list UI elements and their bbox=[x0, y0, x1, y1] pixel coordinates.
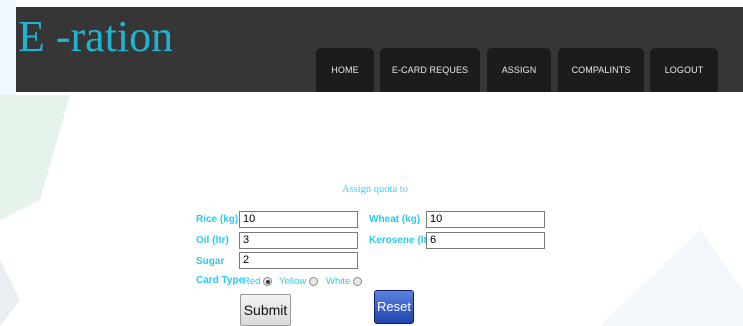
nav-logout[interactable]: LOGOUT bbox=[650, 48, 718, 92]
background-shape-right bbox=[600, 230, 743, 326]
site-logo[interactable]: E -ration bbox=[18, 12, 173, 62]
sugar-label: Sugar bbox=[196, 256, 225, 267]
card-type-label: Card Type bbox=[196, 275, 245, 286]
rice-label: Rice (kg) bbox=[196, 214, 239, 225]
card-type-yellow-radio[interactable] bbox=[309, 277, 318, 286]
card-type-red-label: Red bbox=[243, 276, 261, 287]
wheat-label: Wheat (kg) bbox=[369, 214, 421, 225]
background-shape-left bbox=[0, 260, 20, 326]
card-type-white-label: White bbox=[326, 276, 351, 287]
background-shape-light bbox=[0, 0, 16, 95]
card-type-white-radio[interactable] bbox=[353, 277, 362, 286]
nav-ecard-requests[interactable]: E-CARD REQUES bbox=[380, 48, 480, 92]
nav-assign[interactable]: ASSIGN bbox=[487, 48, 551, 92]
card-type-red-radio[interactable] bbox=[263, 277, 272, 286]
sugar-input[interactable]: 2 bbox=[239, 252, 358, 269]
rice-input[interactable]: 10 bbox=[239, 211, 358, 228]
reset-button[interactable]: Reset bbox=[374, 290, 414, 324]
form-title: Assign quota to bbox=[342, 184, 408, 195]
nav-complaints[interactable]: COMPALINTS bbox=[558, 48, 644, 92]
oil-label: Oil (ltr) bbox=[196, 235, 229, 246]
kerosene-label: Kerosene (ltr) bbox=[369, 235, 435, 246]
kerosene-input[interactable]: 6 bbox=[426, 232, 545, 249]
submit-button[interactable]: Submit bbox=[240, 294, 291, 326]
background-shape-green bbox=[0, 95, 70, 220]
nav-home[interactable]: HOME bbox=[316, 48, 374, 92]
oil-input[interactable]: 3 bbox=[239, 232, 358, 249]
card-type-yellow-label: Yellow bbox=[279, 276, 307, 287]
wheat-input[interactable]: 10 bbox=[426, 211, 545, 228]
